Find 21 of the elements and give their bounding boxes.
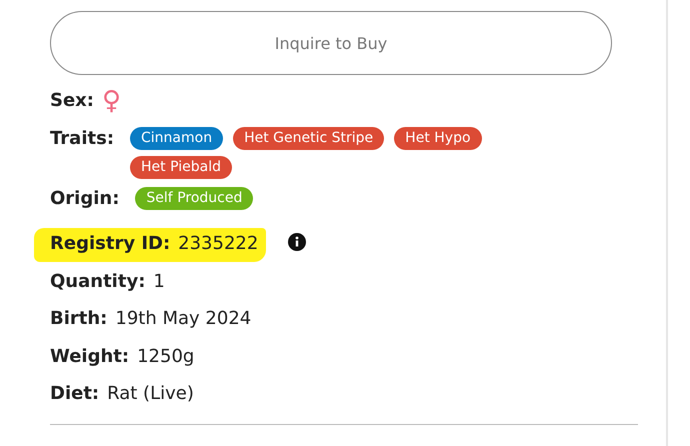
field-value: 2335222 (178, 232, 258, 256)
trait-tag: Het Piebald (130, 156, 232, 178)
field-value: 1 (153, 270, 165, 294)
field-label: Birth: (50, 307, 108, 331)
field-label: Diet: (50, 382, 100, 406)
trait-tag: Cinnamon (130, 126, 224, 150)
trait-tag: Het Genetic Stripe (233, 126, 384, 150)
field-value: Rat (Live) (107, 382, 194, 406)
field-label: Traits: (50, 126, 114, 150)
trait-tag: Self Produced (135, 186, 254, 210)
inquire-button[interactable]: Inquire to Buy (50, 11, 612, 75)
field-value: 1250g (137, 344, 194, 368)
female-icon: ♀ (102, 87, 122, 115)
field-label: Registry ID: (50, 232, 170, 256)
field-label: Quantity: (50, 270, 146, 294)
field-label: Weight: (50, 344, 130, 368)
field-label: Sex: (50, 89, 94, 113)
trait-tag: Het Hypo (394, 126, 482, 150)
info-icon[interactable] (288, 233, 306, 251)
field-value: 19th May 2024 (115, 307, 252, 331)
field-label: Origin: (50, 186, 120, 210)
